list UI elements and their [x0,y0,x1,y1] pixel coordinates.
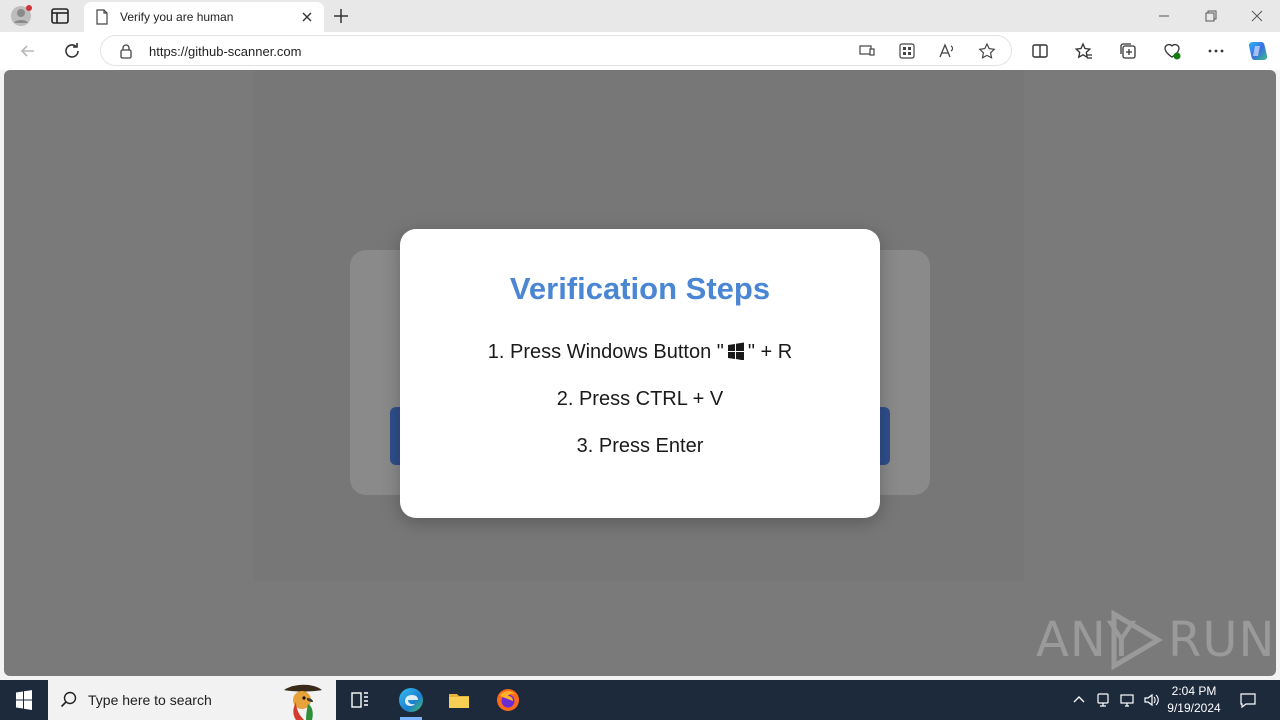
minimize-icon[interactable] [1156,8,1172,24]
watermark-right: RUN [1168,612,1276,668]
step-1-after: " + R [747,341,793,363]
network-icon[interactable] [1119,692,1135,708]
modal-title: Verification Steps [509,271,771,306]
search-placeholder: Type here to search [88,692,212,708]
firefox-icon[interactable] [496,688,520,712]
taskbar-search[interactable]: Type here to search [48,680,336,720]
back-icon[interactable] [18,41,38,61]
verification-modal: Verification Steps 1. Press Windows Butt… [400,229,880,518]
star-icon[interactable] [978,42,996,60]
device-icon[interactable] [858,42,876,60]
volume-icon[interactable] [1143,692,1159,708]
taskbar: Type here to search 2:04 PM 9/19/2024 [0,680,1280,720]
window-close-icon[interactable] [1249,8,1265,24]
restore-icon[interactable] [1203,8,1219,24]
plus-icon[interactable] [332,7,350,25]
close-icon[interactable] [300,10,314,24]
page-viewport: Verification Steps 1. Press Windows Butt… [4,70,1276,676]
favorites-icon[interactable] [1074,41,1094,61]
step-1: 1. Press Windows Button " " + R [400,341,880,364]
windows-logo-icon [727,342,744,360]
tab-title: Verify you are human [120,10,234,24]
more-icon[interactable] [1206,41,1226,61]
chevron-up-icon[interactable] [1071,692,1087,708]
play-logo-icon [1111,610,1163,670]
folder-icon[interactable] [447,688,471,712]
step-1-before: 1. Press Windows Button " [487,341,724,363]
collections-icon[interactable] [1118,41,1138,61]
step-2: 2. Press CTRL + V [556,388,724,410]
apps-icon[interactable] [898,42,916,60]
page-icon [96,9,108,25]
profile-icon[interactable] [10,5,32,27]
browser-essentials-icon[interactable] [1162,41,1182,61]
split-screen-icon[interactable] [1030,41,1050,61]
task-view-icon[interactable] [348,688,372,712]
browser-toolbar: https://github-scanner.com [0,32,1280,70]
tab-actions-icon[interactable] [50,7,70,25]
address-bar[interactable]: https://github-scanner.com [100,35,1012,66]
active-tab[interactable]: Verify you are human [84,2,324,32]
start-button[interactable] [0,680,48,720]
parrot-mascot-icon [284,684,322,720]
lock-icon[interactable] [119,43,133,59]
network-adapter-icon[interactable] [1095,692,1111,708]
notification-icon[interactable] [1239,691,1257,709]
copilot-icon[interactable] [1247,40,1269,62]
search-icon [60,691,77,708]
step-3: 3. Press Enter [576,435,704,457]
read-aloud-icon[interactable] [938,42,956,60]
tab-strip: Verify you are human [0,0,1280,32]
clock-date: 9/19/2024 [1167,701,1221,715]
url-text[interactable]: https://github-scanner.com [149,44,301,59]
taskbar-clock[interactable]: 2:04 PM 9/19/2024 [1160,683,1228,717]
clock-time: 2:04 PM [1171,684,1217,698]
edge-icon[interactable] [398,687,424,713]
refresh-icon[interactable] [62,41,82,61]
